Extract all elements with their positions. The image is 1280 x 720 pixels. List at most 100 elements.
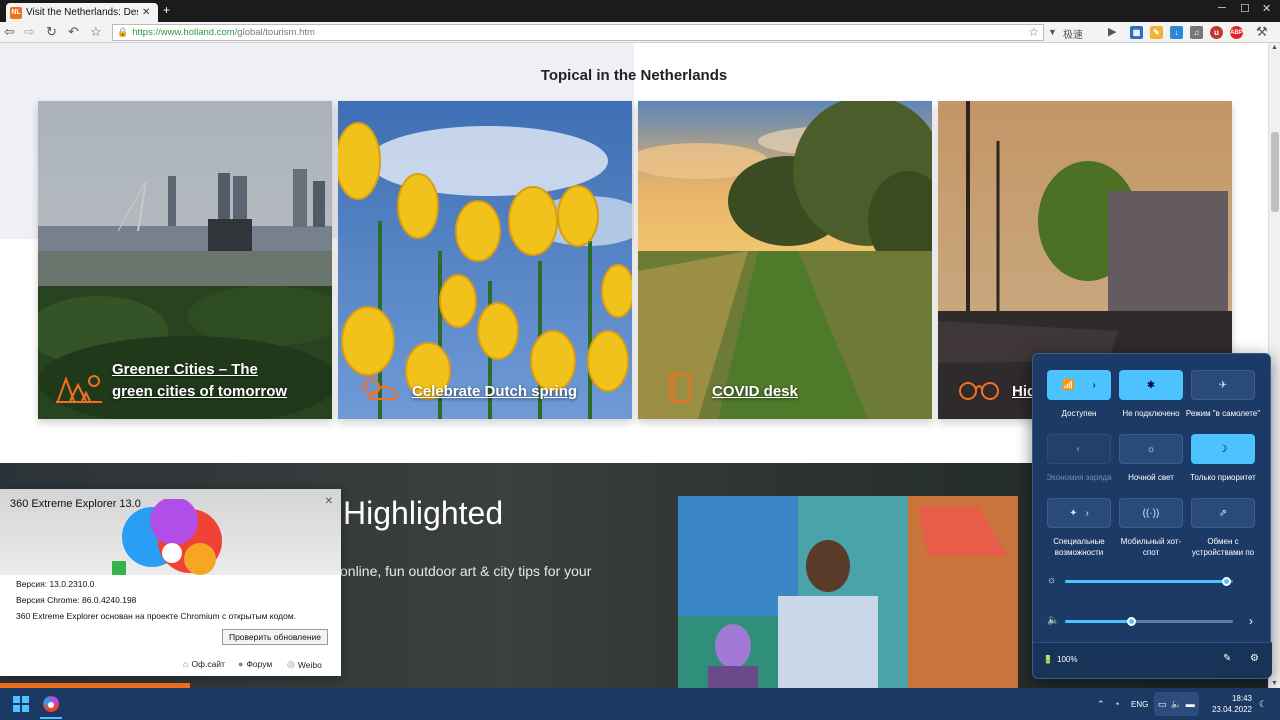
new-tab-icon[interactable]: +	[163, 3, 170, 17]
scroll-down-icon[interactable]: ▼	[1271, 680, 1278, 687]
windows-start-icon[interactable]	[13, 696, 29, 712]
highlighted-subtitle: online, fun outdoor art & city tips for …	[340, 563, 592, 579]
settings-gear-icon[interactable]: ⚙	[1250, 653, 1259, 664]
bluetooth-icon: ✱	[1146, 379, 1156, 391]
extension-grid-icon[interactable]: ▦	[1130, 26, 1143, 39]
tray-quick-settings-button[interactable]: ▭ 🔈 ▬	[1154, 692, 1199, 716]
tile-label: Не подключено	[1122, 409, 1180, 418]
hotspot-tile[interactable]: ((·))	[1119, 498, 1183, 528]
brightness-slider[interactable]	[1065, 577, 1233, 586]
battery-icon: 🔋	[1043, 655, 1053, 664]
about-title: 360 Extreme Explorer 13.0	[10, 498, 141, 510]
chevron-right-icon[interactable]: ›	[1086, 508, 1089, 519]
volume-thumb[interactable]	[1126, 617, 1136, 626]
ublock-icon[interactable]: u	[1210, 26, 1223, 39]
volume-slider[interactable]	[1065, 617, 1233, 626]
scroll-up-icon[interactable]: ▲	[1271, 44, 1278, 51]
about-dialog: 360 Extreme Explorer 13.0 ✕ Версия: 13.0…	[0, 489, 341, 676]
home-icon: ⌂	[183, 659, 189, 669]
tile-label: Специальные возможности	[1053, 537, 1105, 557]
book-icon	[669, 373, 691, 402]
adblock-icon[interactable]: ABP	[1230, 26, 1243, 39]
highlighted-title: Highlighted	[343, 495, 504, 531]
battery-saver-icon: ◐	[1075, 443, 1083, 455]
card-title[interactable]: Celebrate Dutch spring	[412, 381, 577, 403]
highlighted-image[interactable]	[678, 496, 1018, 688]
bluetooth-tile[interactable]: ✱	[1119, 370, 1183, 400]
card-title[interactable]: COVID desk	[712, 381, 798, 403]
official-site-link[interactable]: ⌂ Оф.сайт	[183, 659, 225, 669]
window-close-icon[interactable]: ✕	[1262, 2, 1271, 15]
speed-mode-label[interactable]: 极速	[1063, 26, 1083, 41]
battery-tray-icon: ▬	[1185, 699, 1195, 709]
battery-saver-tile[interactable]: ◐	[1047, 434, 1111, 464]
weibo-link[interactable]: ◎ Weibo	[287, 659, 322, 670]
focus-assist-tile[interactable]: ☽	[1191, 434, 1255, 464]
active-app-indicator	[40, 717, 62, 719]
reload-icon[interactable]: ↻	[46, 24, 57, 40]
scroll-thumb[interactable]	[1271, 132, 1279, 212]
airplane-icon: ✈	[1218, 379, 1228, 391]
network-icon: ▭	[1158, 698, 1167, 709]
tile-label: Ночной свет	[1128, 473, 1174, 482]
about-close-icon[interactable]: ✕	[325, 496, 333, 507]
quick-settings-footer: 🔋 100% ✎ ⚙	[1033, 642, 1272, 678]
notification-icon[interactable]: ☾	[1259, 688, 1267, 720]
quick-settings-panel: 📶 › Доступен ✱ Не подключено ✈ Режим "в с…	[1032, 353, 1272, 679]
airplane-tile[interactable]: ✈	[1191, 370, 1255, 400]
url-path: /global/tourism.htm	[234, 27, 315, 38]
accessibility-tile[interactable]: ✦ ›	[1047, 498, 1111, 528]
browser-tab[interactable]: NL Visit the Netherlands: Destina ✕	[6, 3, 158, 22]
menu-wrench-icon[interactable]: ⚒	[1256, 24, 1268, 40]
dropdown-icon[interactable]: ▼	[1048, 27, 1057, 37]
clock[interactable]: 18:43 23.04.2022	[1210, 693, 1252, 715]
wifi-icon: 📶	[1062, 379, 1075, 391]
clock-time: 18:43	[1231, 694, 1252, 703]
card-dutch-spring[interactable]: Celebrate Dutch spring	[338, 101, 632, 419]
forward-icon[interactable]: ⇨	[24, 24, 35, 40]
language-indicator[interactable]: ENG	[1131, 688, 1148, 720]
browser-taskbar-icon[interactable]	[42, 695, 60, 713]
card-title[interactable]: Greener Cities – The green cities of tom…	[112, 359, 302, 403]
maximize-icon[interactable]: ☐	[1240, 2, 1250, 15]
battery-percent: 100%	[1057, 655, 1078, 664]
sun-cloud-icon	[360, 375, 398, 400]
taskbar: ⌃ ◔ ENG ▭ 🔈 ▬ 18:43 23.04.2022 ☾	[0, 688, 1280, 720]
link-label: Оф.сайт	[191, 659, 226, 669]
tile-label: Доступен	[1061, 409, 1097, 418]
bookmark-star-icon[interactable]: ☆	[90, 24, 102, 40]
card-greener-cities[interactable]: Greener Cities – The green cities of tom…	[38, 101, 332, 419]
brightness-thumb[interactable]	[1222, 577, 1232, 586]
tile-label: Только приоритет	[1190, 473, 1256, 482]
download-icon[interactable]: ↓	[1170, 26, 1183, 39]
tray-app-icon[interactable]: ◔	[1114, 688, 1119, 720]
night-light-tile[interactable]: ☼	[1119, 434, 1183, 464]
check-update-button[interactable]: Проверить обновление	[222, 629, 328, 645]
tray-overflow-icon[interactable]: ⌃	[1097, 688, 1105, 720]
volume-icon[interactable]: 🔈	[1047, 615, 1059, 626]
extension-note-icon[interactable]: ✎	[1150, 26, 1163, 39]
chevron-right-icon[interactable]: ›	[1093, 380, 1096, 391]
headphones-icon[interactable]: ♫	[1190, 26, 1203, 39]
address-bar[interactable]: 🔒 https://www.holland.com /global/touris…	[112, 24, 1044, 41]
url-host: https://www.holland.com	[132, 27, 235, 38]
audio-output-chevron-icon[interactable]: ›	[1249, 614, 1253, 628]
card-image-tulips	[338, 101, 632, 419]
binoculars-icon	[959, 382, 999, 400]
tile-label: Экономия заряда	[1046, 473, 1112, 482]
edit-pencil-icon[interactable]: ✎	[1223, 653, 1231, 664]
wifi-tile[interactable]: 📶 ›	[1047, 370, 1111, 400]
favorite-star-icon[interactable]: ☆	[1028, 25, 1039, 39]
forum-link[interactable]: ● Форум	[238, 659, 272, 669]
card-caption: Celebrate Dutch spring	[338, 373, 632, 403]
tab-close-icon[interactable]: ✕	[142, 7, 150, 18]
back-icon[interactable]: ⇦	[4, 24, 15, 40]
play-icon[interactable]: ▶	[1108, 25, 1116, 38]
card-covid-desk[interactable]: COVID desk	[638, 101, 932, 419]
undo-icon[interactable]: ↶	[68, 24, 79, 40]
moon-icon: ☽	[1218, 443, 1228, 455]
minimize-icon[interactable]: ─	[1218, 2, 1226, 14]
chat-icon: ●	[238, 659, 244, 669]
nearby-share-tile[interactable]: ⇗	[1191, 498, 1255, 528]
city-skyline-icon	[56, 375, 102, 403]
